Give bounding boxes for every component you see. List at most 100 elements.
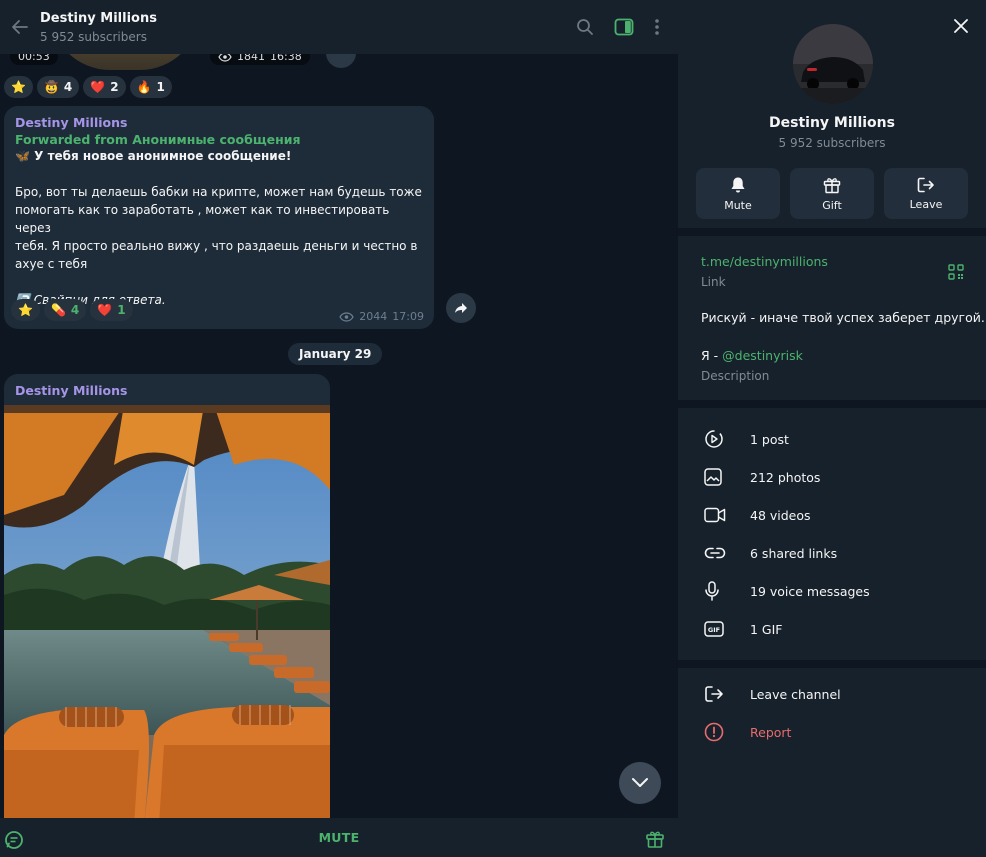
headline-text: У тебя новое анонимное сообщение! [34, 149, 292, 163]
reaction-emoji: ❤️ [90, 80, 106, 94]
reaction-emoji: 🤠 [43, 80, 59, 94]
media-row-posts[interactable]: 1 post [678, 420, 986, 458]
link-icon [678, 547, 750, 559]
chat-header: Destiny Millions 5 952 subscribers [0, 0, 678, 54]
eye-icon [218, 54, 232, 62]
media-row-links[interactable]: 6 shared links [678, 534, 986, 572]
comments-icon[interactable] [4, 830, 24, 854]
report-label: Report [750, 724, 792, 740]
view-count: 1841 [237, 54, 265, 63]
video-icon [678, 507, 750, 523]
media-label: 6 shared links [750, 545, 838, 561]
leave-channel-row[interactable]: Leave channel [678, 675, 986, 713]
report-row[interactable]: Report [678, 713, 986, 751]
media-row-videos[interactable]: 48 videos [678, 496, 986, 534]
reaction-chip[interactable]: 💊 4 [43, 299, 87, 321]
gift-icon[interactable] [645, 829, 665, 853]
divider [678, 400, 986, 408]
telegram-window: Destiny Millions 5 952 subscribers 00:53 [0, 0, 986, 857]
mic-icon [678, 581, 750, 601]
forwarded-from[interactable]: Forwarded from Анонимные сообщения [15, 132, 423, 147]
search-icon[interactable] [576, 18, 594, 36]
message-photo[interactable] [4, 405, 330, 818]
post-icon [678, 429, 750, 449]
message-author[interactable]: Destiny Millions [15, 383, 319, 398]
close-icon[interactable] [954, 18, 968, 37]
reaction-count: 1 [156, 80, 165, 94]
message-text-line: тебя. Я просто реально вижу , что раздае… [15, 239, 418, 253]
channel-avatar[interactable] [793, 24, 873, 104]
reaction-emoji: ❤️ [97, 303, 113, 317]
description-prefix: Я - [701, 348, 723, 363]
resort-photo [4, 405, 330, 818]
sidebar-toggle-icon[interactable] [614, 18, 634, 36]
message-text-line: помогать как то заработать , может как т… [15, 203, 390, 235]
media-label: 1 GIF [750, 621, 783, 637]
svg-text:GIF: GIF [708, 626, 720, 634]
channel-subscribers: 5 952 subscribers [778, 136, 886, 150]
view-count: 2044 [359, 310, 388, 323]
gift-action-button[interactable]: Gift [790, 168, 874, 219]
mute-button[interactable]: MUTE [319, 830, 360, 845]
chat-pane: Destiny Millions 5 952 subscribers 00:53 [0, 0, 678, 857]
report-icon [678, 722, 750, 742]
reaction-chip[interactable]: ❤️ 2 [83, 76, 126, 98]
back-arrow-icon[interactable] [0, 18, 40, 36]
action-buttons: Mute Gift Leave [696, 168, 968, 219]
message-bubble[interactable]: Destiny Millions Forwarded from Анонимны… [4, 106, 434, 329]
photo-icon [678, 468, 750, 486]
top-video-thumbnail[interactable] [50, 54, 200, 70]
message-headline: 🦋 У тебя новое анонимное сообщение! [15, 147, 423, 165]
qr-code-icon[interactable] [948, 264, 964, 284]
forward-button[interactable] [446, 293, 476, 323]
leave-action-button[interactable]: Leave [884, 168, 968, 219]
channel-name: Destiny Millions [769, 115, 895, 131]
reaction-emoji: ⭐ [11, 80, 26, 94]
scroll-down-button[interactable] [619, 762, 661, 804]
channel-info-panel: Destiny Millions 5 952 subscribers Mute … [678, 0, 986, 857]
video-duration-badge: 00:53 [10, 54, 58, 65]
message-bubble[interactable]: Destiny Millions [4, 374, 330, 818]
reaction-chip[interactable]: 🤠 4 [36, 76, 80, 98]
message-meta: 2044 17:09 [339, 310, 424, 323]
mute-action-button[interactable]: Mute [696, 168, 780, 219]
reaction-chip[interactable]: 🔥 1 [129, 76, 172, 98]
media-label: 212 photos [750, 469, 821, 485]
description-handle-link[interactable]: @destinyrisk [722, 348, 803, 363]
media-row-voice[interactable]: 19 voice messages [678, 572, 986, 610]
media-label: 19 voice messages [750, 583, 870, 599]
description-text: Рискуй - иначе твой успех заберет другой… [701, 310, 985, 325]
media-row-gif[interactable]: GIF 1 GIF [678, 610, 986, 648]
media-row-photos[interactable]: 212 photos [678, 458, 986, 496]
message-text-line: ахуе с тебя [15, 257, 88, 271]
more-menu-icon[interactable] [654, 18, 660, 36]
reaction-count: 1 [117, 303, 126, 317]
link-caption: Link [701, 275, 726, 289]
butterfly-icon: 🦋 [15, 149, 30, 163]
messages-area[interactable]: 00:53 1841 16:38 ⭐ 🤠 4 ❤️ 2 🔥 1 Destiny Mil… [0, 54, 678, 818]
media-label: 48 videos [750, 507, 811, 523]
channel-link[interactable]: t.me/destinymillions [701, 254, 828, 269]
forward-button[interactable] [326, 54, 356, 68]
action-label: Gift [822, 198, 842, 212]
reaction-chip[interactable]: ⭐ [4, 76, 33, 98]
eye-icon [339, 311, 354, 322]
divider [678, 660, 986, 668]
reaction-emoji: ⭐ [18, 303, 33, 317]
reaction-chip[interactable]: ❤️ 1 [90, 299, 133, 321]
action-label: Mute [724, 198, 752, 212]
leave-icon [678, 685, 750, 703]
reaction-chip[interactable]: ⭐ [11, 299, 40, 321]
gif-icon: GIF [678, 621, 750, 637]
bell-icon [731, 177, 745, 192]
video-duration: 00:53 [18, 54, 50, 63]
message-author[interactable]: Destiny Millions [15, 115, 423, 130]
reaction-emoji: 🔥 [136, 80, 152, 94]
chat-header-info[interactable]: Destiny Millions 5 952 subscribers [40, 11, 576, 44]
reaction-count: 4 [70, 303, 80, 317]
leave-icon [917, 177, 934, 192]
message-time: 16:38 [270, 54, 302, 63]
reaction-count: 4 [63, 80, 73, 94]
